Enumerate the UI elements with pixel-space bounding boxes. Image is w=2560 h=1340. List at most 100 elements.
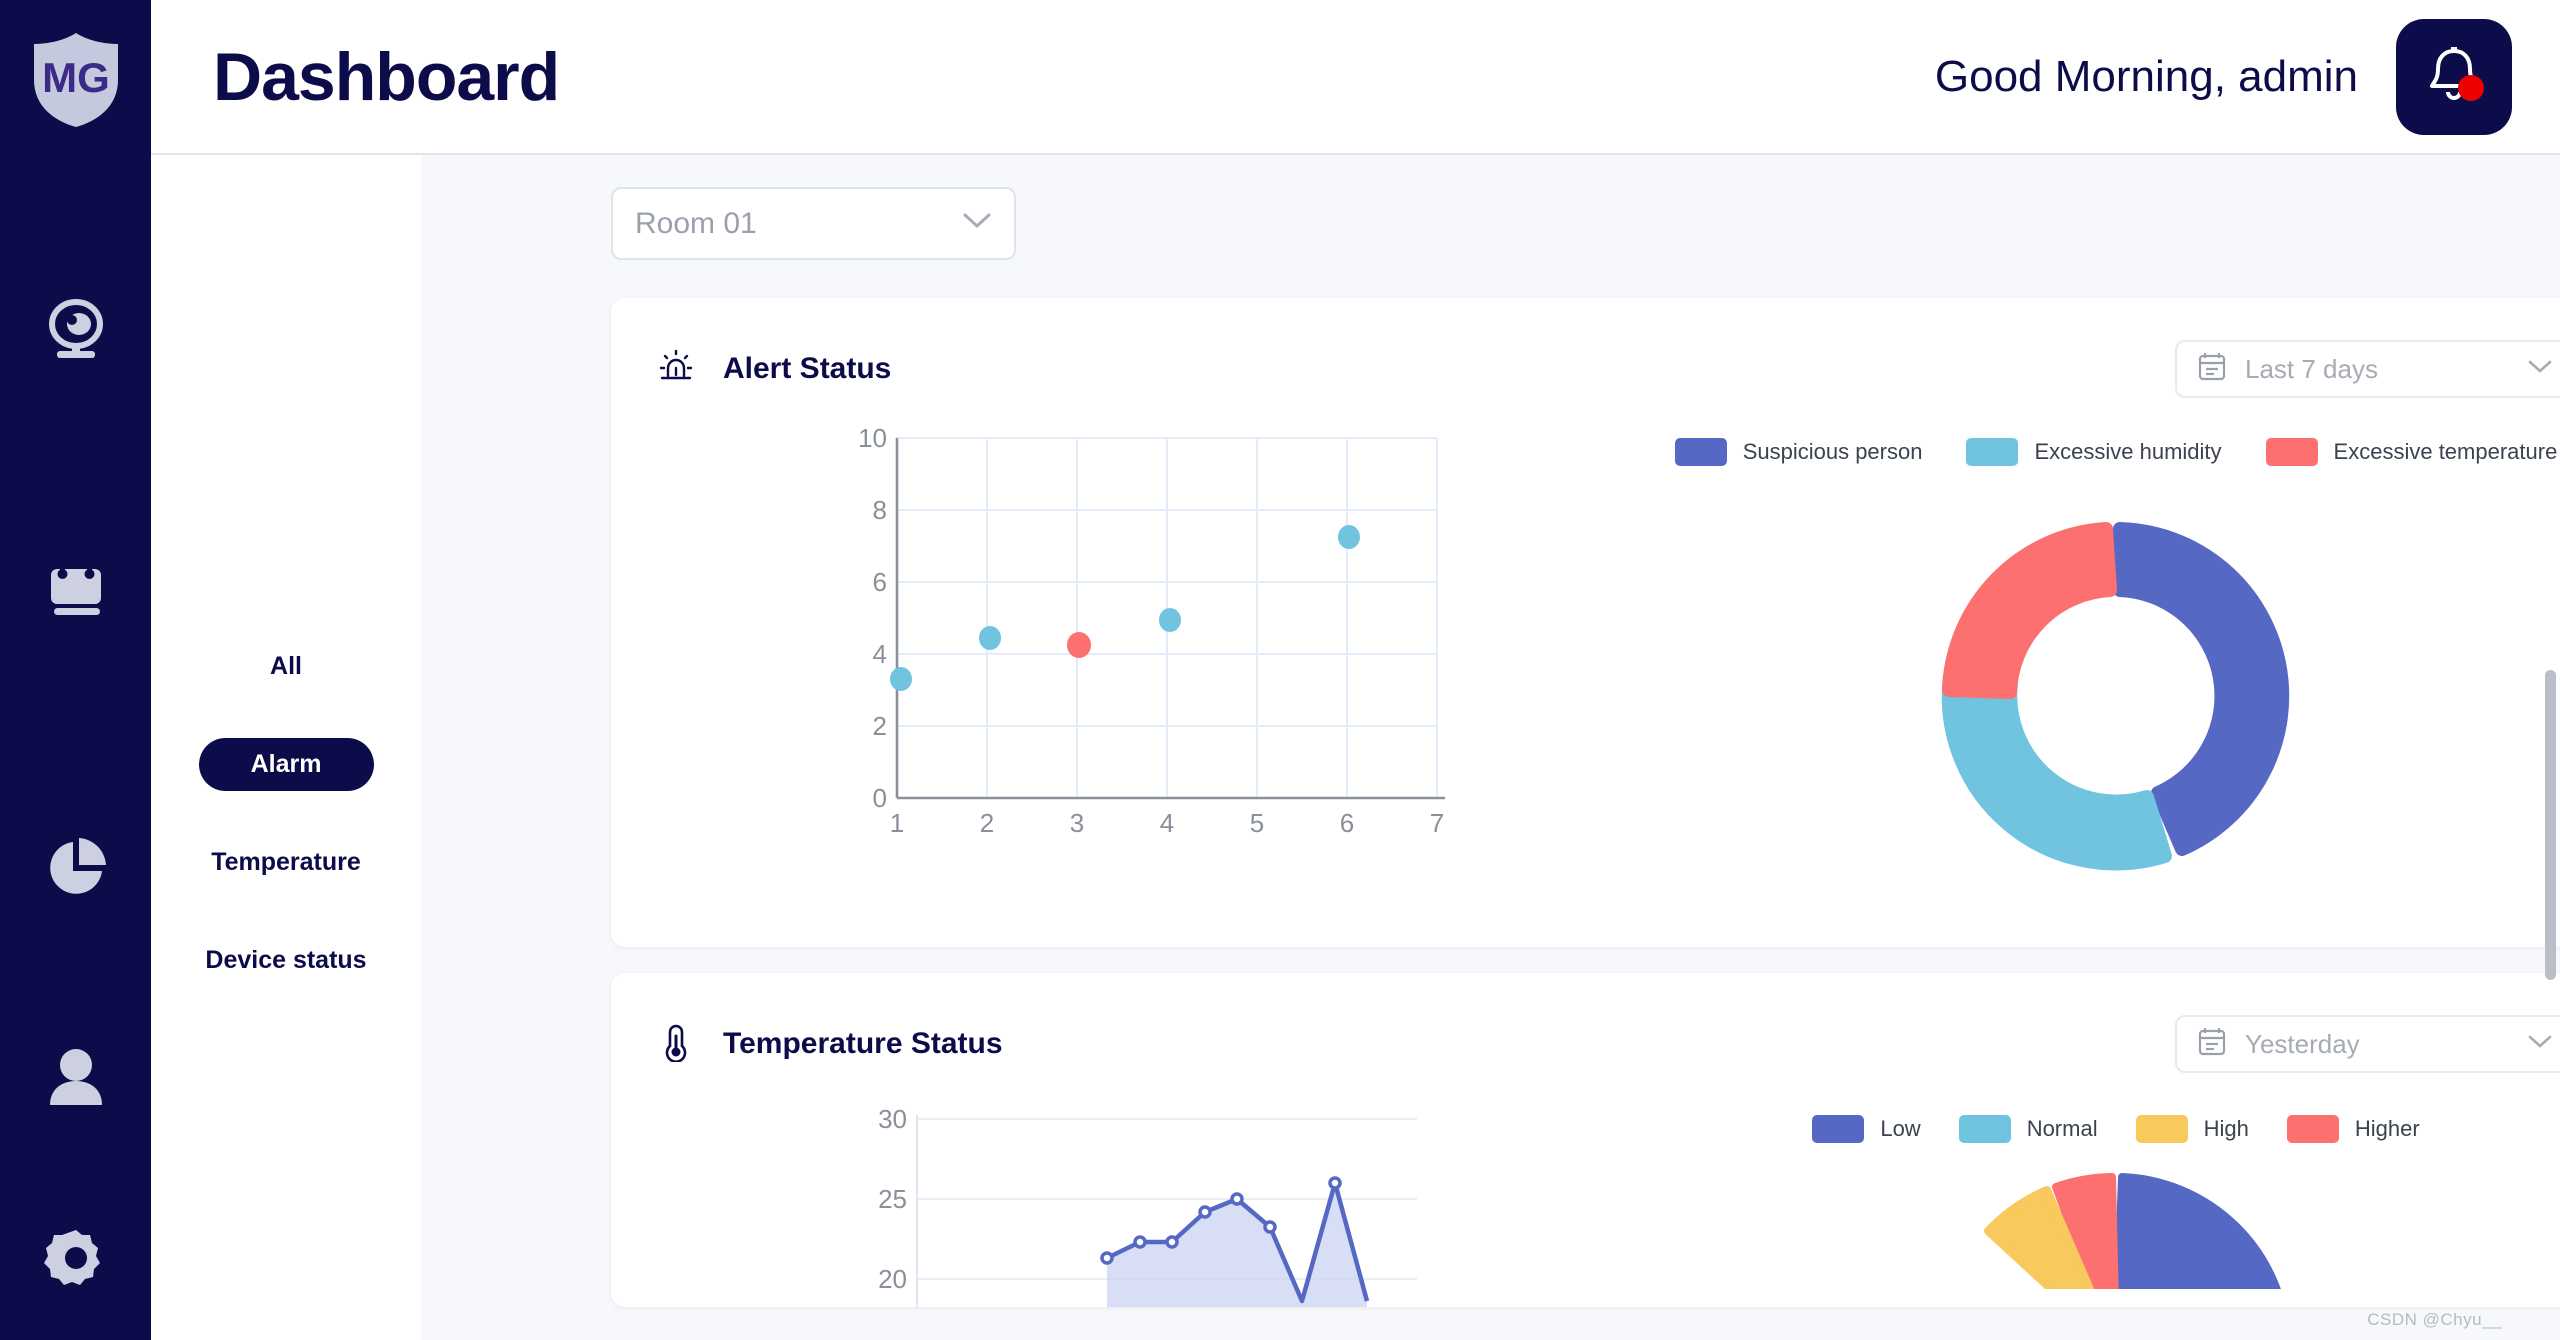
legend-swatch bbox=[2286, 1115, 2339, 1143]
svg-text:20: 20 bbox=[878, 1264, 907, 1294]
legend-item[interactable]: Low bbox=[1812, 1115, 1921, 1143]
content-panel: Room 01 Alert Status Last 7 days 10 8 6 … bbox=[421, 155, 2560, 1340]
donut-svg bbox=[1941, 522, 2290, 871]
legend-item[interactable]: Normal bbox=[1958, 1115, 2098, 1143]
legend-swatch bbox=[1958, 1115, 2011, 1143]
svg-text:7: 7 bbox=[1430, 808, 1444, 838]
legend-item[interactable]: Higher bbox=[2286, 1115, 2420, 1143]
legend-swatch bbox=[2265, 438, 2318, 466]
calendar-icon bbox=[2197, 1026, 2227, 1062]
card-alert-status: Alert Status Last 7 days 10 8 6 4 2 0 1 … bbox=[611, 298, 2560, 947]
legend-swatch bbox=[2135, 1115, 2188, 1143]
room-select[interactable]: Room 01 bbox=[611, 187, 1016, 260]
svg-text:25: 25 bbox=[878, 1184, 907, 1214]
svg-text:2: 2 bbox=[873, 711, 887, 741]
pie-slice-low bbox=[2112, 1173, 2291, 1340]
svg-text:6: 6 bbox=[873, 567, 887, 597]
legend-swatch bbox=[1812, 1115, 1865, 1143]
sidebar-item-statistics[interactable] bbox=[0, 823, 151, 913]
date-filter-value: Last 7 days bbox=[2245, 353, 2378, 384]
date-filter-temperature[interactable]: Yesterday bbox=[2175, 1015, 2560, 1073]
svg-text:2: 2 bbox=[980, 808, 994, 838]
notification-button[interactable] bbox=[2396, 18, 2512, 135]
legend-item[interactable]: Excessive humidity bbox=[1966, 438, 2222, 466]
donut-legend: Suspicious person Excessive humidity Exc… bbox=[1674, 438, 2558, 466]
legend-item[interactable]: Suspicious person bbox=[1674, 438, 1923, 466]
calendar-icon bbox=[43, 559, 109, 621]
svg-text:3: 3 bbox=[1070, 808, 1084, 838]
svg-text:6: 6 bbox=[1340, 808, 1354, 838]
alert-donut-chart: Suspicious person Excessive humidity Exc… bbox=[1657, 420, 2560, 911]
sidebar-item-records[interactable] bbox=[0, 545, 151, 635]
legend-label: Normal bbox=[2026, 1116, 2098, 1141]
legend-swatch bbox=[1674, 438, 1727, 466]
card-header: Temperature Status Yesterday bbox=[657, 1015, 2560, 1073]
legend-label: Excessive temperature bbox=[2333, 439, 2558, 464]
card-header: Alert Status Last 7 days bbox=[657, 340, 2560, 398]
room-select-value: Room 01 bbox=[635, 206, 757, 240]
alert-scatter-chart: 10 8 6 4 2 0 1 2 3 4 5 6 7 bbox=[657, 420, 1657, 911]
chevron-down-icon bbox=[962, 212, 992, 235]
main-area: Dashboard Good Morning, admin All Alarm … bbox=[151, 0, 2560, 1340]
svg-text:0: 0 bbox=[873, 783, 887, 813]
card-title: Temperature Status bbox=[723, 1027, 1003, 1060]
svg-text:4: 4 bbox=[873, 639, 887, 669]
svg-text:MG: MG bbox=[42, 54, 110, 101]
filter-rail: All Alarm Temperature Device status bbox=[151, 155, 421, 1340]
filter-item-alarm[interactable]: Alarm bbox=[198, 738, 374, 791]
sidebar-item-camera[interactable] bbox=[0, 285, 151, 375]
sidebar-item-users[interactable] bbox=[0, 1033, 151, 1123]
sidebar: MG bbox=[0, 0, 151, 1340]
legend-item[interactable]: High bbox=[2135, 1115, 2249, 1143]
pie-wrap bbox=[1906, 1169, 2326, 1340]
watermark: CSDN @Chyu__ bbox=[2367, 1310, 2502, 1329]
sidebar-item-settings[interactable] bbox=[0, 1213, 151, 1303]
notification-badge bbox=[2458, 74, 2484, 101]
shield-logo[interactable]: MG bbox=[21, 22, 131, 137]
card-body: 30 25 20 Low Normal High Higher bbox=[657, 1107, 2560, 1340]
pie-chart-icon bbox=[44, 836, 108, 900]
topbar-right: Good Morning, admin bbox=[1934, 18, 2560, 135]
content: All Alarm Temperature Device status Room… bbox=[151, 155, 2560, 1340]
svg-text:5: 5 bbox=[1250, 808, 1264, 838]
svg-text:4: 4 bbox=[1160, 808, 1174, 838]
calendar-icon bbox=[2197, 351, 2227, 387]
legend-label: Low bbox=[1880, 1116, 1921, 1141]
legend-label: Higher bbox=[2354, 1116, 2420, 1141]
greeting-text: Good Morning, admin bbox=[1934, 51, 2358, 101]
date-filter-value: Yesterday bbox=[2245, 1028, 2360, 1059]
filter-item-device-status[interactable]: Device status bbox=[175, 934, 396, 987]
scatter-svg: 10 8 6 4 2 0 1 2 3 4 5 6 7 bbox=[858, 423, 1445, 838]
topbar: Dashboard Good Morning, admin bbox=[151, 0, 2560, 155]
card-title: Alert Status bbox=[723, 352, 892, 385]
filter-item-temperature[interactable]: Temperature bbox=[181, 836, 391, 889]
date-filter-alert[interactable]: Last 7 days bbox=[2175, 340, 2560, 398]
pie-legend: Low Normal High Higher bbox=[1812, 1115, 2420, 1143]
donut-wrap bbox=[1906, 486, 2326, 911]
gear-icon bbox=[43, 1226, 108, 1290]
area-svg: 30 25 20 bbox=[878, 1107, 1417, 1307]
vertical-scrollbar[interactable] bbox=[2545, 670, 2556, 980]
card-temperature-status: Temperature Status Yesterday 30 25 20 Lo… bbox=[611, 973, 2560, 1340]
svg-text:10: 10 bbox=[858, 423, 887, 453]
legend-swatch bbox=[1966, 438, 2019, 466]
chevron-down-icon bbox=[2527, 1034, 2553, 1055]
thermometer-icon bbox=[657, 1022, 695, 1067]
filter-list: All Alarm Temperature Device status bbox=[151, 640, 421, 987]
legend-item[interactable]: Excessive temperature bbox=[2265, 438, 2558, 466]
legend-label: Suspicious person bbox=[1742, 439, 1923, 464]
camera-icon bbox=[43, 299, 109, 361]
legend-label: Excessive humidity bbox=[2034, 439, 2222, 464]
filter-item-all[interactable]: All bbox=[240, 640, 332, 693]
page-title: Dashboard bbox=[213, 38, 560, 115]
svg-text:1: 1 bbox=[890, 808, 904, 838]
chevron-down-icon bbox=[2527, 359, 2553, 380]
donut-slice-excessive-humidity bbox=[1941, 669, 2172, 871]
temperature-line-chart: 30 25 20 bbox=[657, 1107, 1657, 1307]
user-icon bbox=[45, 1047, 107, 1109]
card-body: 10 8 6 4 2 0 1 2 3 4 5 6 7 Suspicious pe… bbox=[657, 420, 2560, 911]
alarm-light-icon bbox=[657, 348, 695, 391]
legend-label: High bbox=[2203, 1116, 2249, 1141]
pie-svg bbox=[1984, 1173, 2291, 1340]
svg-text:30: 30 bbox=[878, 1107, 907, 1134]
